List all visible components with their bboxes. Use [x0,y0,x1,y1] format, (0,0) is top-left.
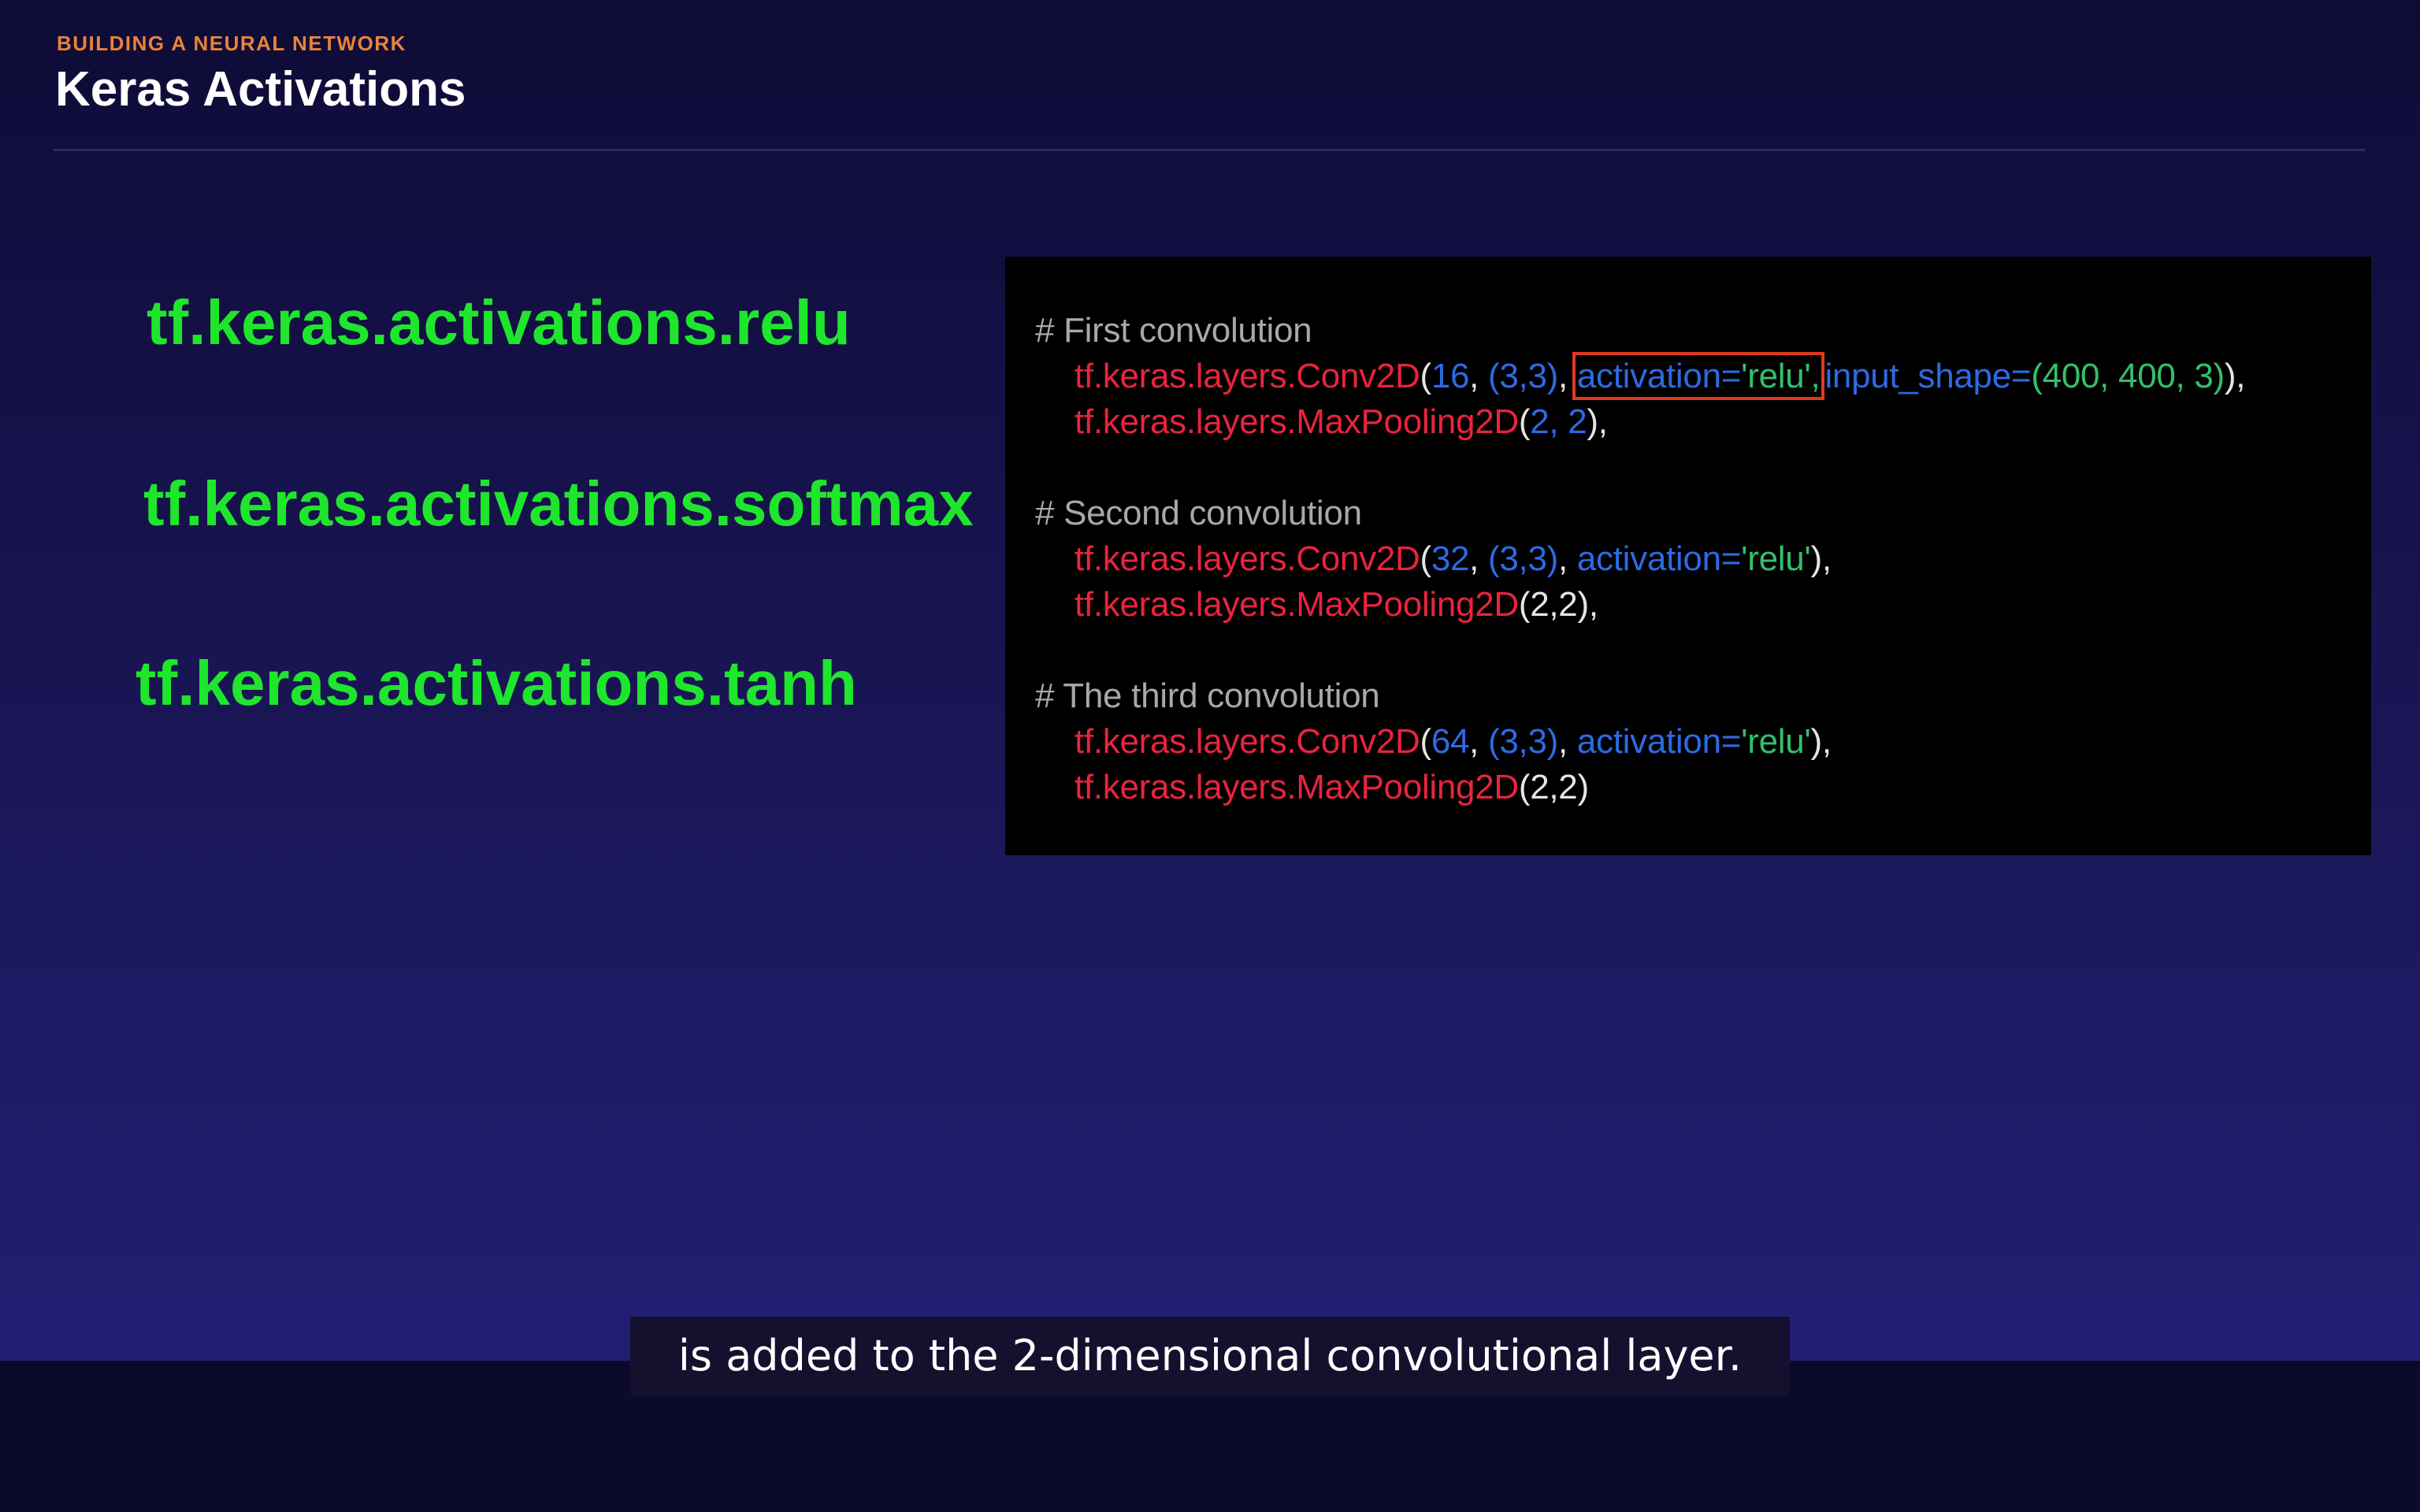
code-paren: ), [1810,539,1832,578]
code-paren: ( [1518,402,1531,441]
code-filters: 16 [1431,357,1470,395]
code-activation-kw: activation= [1576,357,1742,395]
title-divider [54,149,2365,151]
code-pool-args: (2,2) [1518,768,1589,806]
code-comment-third: # The third convolution [1035,676,1380,715]
code-paren: ), [1810,722,1832,761]
code-comma: , [1558,539,1577,578]
code-comment-first: # First convolution [1035,311,1312,350]
code-comma: , [1558,722,1577,761]
code-kernel: (3,3) [1488,539,1558,578]
code-line-pool2: tf.keras.layers.MaxPooling2D(2,2), [1075,587,1598,622]
activation-tanh: tf.keras.activations.tanh [135,648,857,718]
code-conv2d-fn: tf.keras.layers.Conv2D [1075,357,1420,395]
activation-highlight-box: activation='relu', [1572,352,1825,400]
activation-relu: tf.keras.activations.relu [147,287,851,358]
code-line-conv2: tf.keras.layers.Conv2D(32, (3,3), activa… [1075,542,1832,576]
code-paren: ( [1420,357,1431,395]
code-comma: , [1469,357,1489,395]
code-line-conv3: tf.keras.layers.Conv2D(64, (3,3), activa… [1075,724,1832,759]
code-pool-args: 2, 2 [1530,402,1587,441]
code-line-pool3: tf.keras.layers.MaxPooling2D(2,2) [1075,770,1589,805]
code-kernel: (3,3) [1488,357,1558,395]
code-line-pool1: tf.keras.layers.MaxPooling2D(2, 2), [1075,405,1608,439]
code-pool-args: (2,2), [1518,585,1598,624]
code-kernel: (3,3) [1488,722,1558,761]
code-comma: , [1469,539,1489,578]
code-paren: ), [2224,357,2246,395]
code-maxpool-fn: tf.keras.layers.MaxPooling2D [1075,585,1519,624]
code-filters: 32 [1431,539,1470,578]
code-comma: , [1469,722,1489,761]
code-input-shape-val: (400, 400, 3) [2031,357,2225,395]
code-comma: , [1558,357,1577,395]
caption-text: is added to the 2-dimensional convolutio… [677,1331,1743,1380]
code-activation-kw: activation= [1576,539,1742,578]
code-conv2d-fn: tf.keras.layers.Conv2D [1075,722,1420,761]
code-comment-second: # Second convolution [1035,494,1362,532]
code-activation-val: 'relu' [1741,539,1811,578]
slide-kicker: BUILDING A NEURAL NETWORK [57,32,406,55]
code-conv2d-fn: tf.keras.layers.Conv2D [1075,539,1420,578]
code-paren: ( [1420,539,1431,578]
code-activation-val: 'relu', [1741,357,1821,395]
code-panel: # First convolution tf.keras.layers.Conv… [1005,257,2371,855]
code-paren: ( [1420,722,1431,761]
code-filters: 64 [1431,722,1470,761]
code-maxpool-fn: tf.keras.layers.MaxPooling2D [1075,768,1519,806]
code-paren: ), [1587,402,1608,441]
code-line-conv1: tf.keras.layers.Conv2D(16, (3,3), activa… [1075,352,2246,400]
code-activation-kw: activation= [1576,722,1742,761]
activation-softmax: tf.keras.activations.softmax [143,469,974,539]
code-activation-val: 'relu' [1741,722,1811,761]
code-maxpool-fn: tf.keras.layers.MaxPooling2D [1075,402,1519,441]
code-input-shape-kw: input_shape= [1824,357,2032,395]
slide-title: Keras Activations [55,62,466,117]
